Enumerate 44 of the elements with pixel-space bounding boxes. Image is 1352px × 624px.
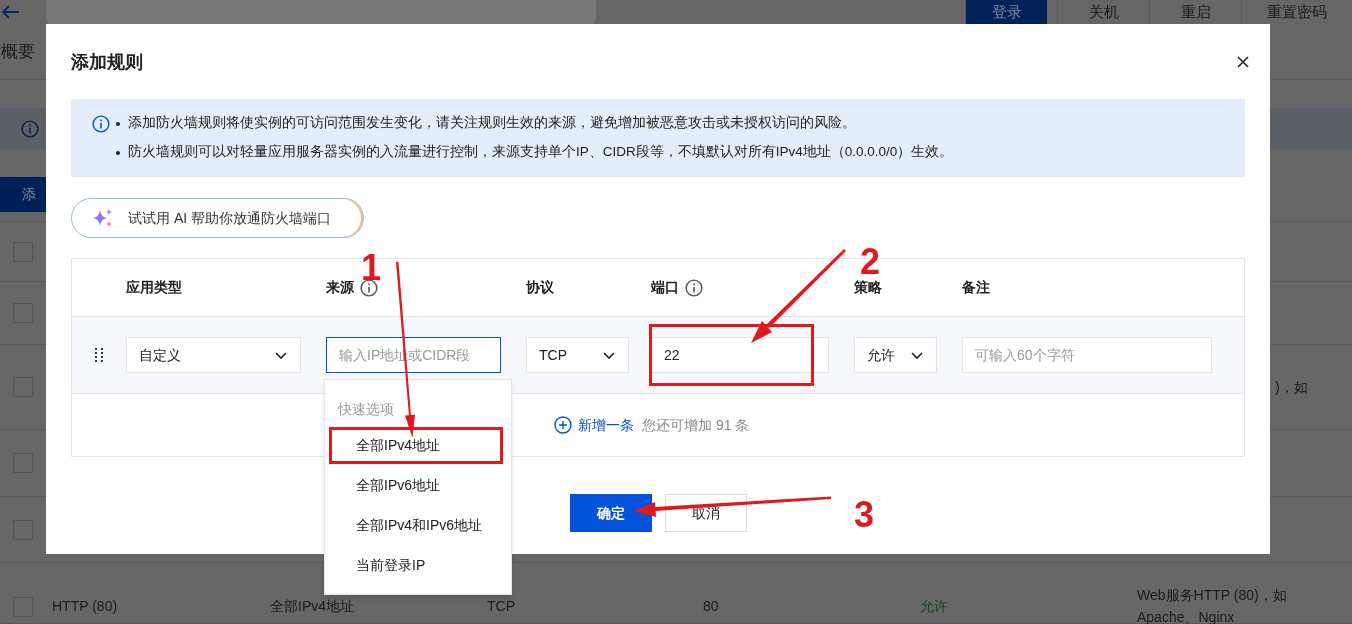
info-icon — [21, 120, 39, 138]
bullet-icon — [116, 121, 120, 126]
table-cell-text: )，如 — [1275, 378, 1309, 397]
quick-option[interactable]: 当前登录IP — [325, 545, 511, 585]
protocol-select[interactable]: TCP — [526, 337, 629, 373]
notice-text: 防火墙规则可以对轻量应用服务器实例的入流量进行控制，来源支持单个IP、CIDR段等，不填默认对所有IPv4地址（0.0.0.0/0）生效。 — [128, 143, 954, 162]
port-input[interactable]: 22 — [651, 337, 829, 373]
popup-header: 快速选项 — [338, 399, 394, 419]
table-cell-text: Web服务HTTP (80)，如 Apache、Nginx — [1137, 586, 1288, 624]
quick-option[interactable]: 全部IPv4和IPv6地址 — [325, 505, 511, 545]
sparkle-icon — [92, 208, 114, 228]
table-cell: TCP — [487, 598, 515, 614]
column-header: 策略 — [854, 278, 882, 297]
confirm-button[interactable]: 确定 — [569, 494, 652, 532]
back-arrow-icon[interactable] — [2, 5, 20, 19]
column-header: 来源 — [326, 278, 354, 297]
table-cell: HTTP (80) — [52, 598, 118, 614]
drag-handle-icon[interactable] — [94, 347, 104, 363]
add-row-link[interactable]: 新增一条 — [554, 414, 634, 436]
notice-text: 添加防火墙规则将使实例的可访问范围发生变化，请关注规则生效的来源，避免增加被恶意攻击或未授权访问的风险。 — [128, 114, 856, 133]
bullet-icon — [116, 150, 120, 155]
plus-circle-icon — [554, 416, 572, 434]
column-header: 端口 — [651, 278, 679, 297]
policy-select[interactable]: 允许 — [854, 337, 937, 373]
table-cell: 全部IPv4地址 — [270, 598, 354, 614]
dialog-title: 添加规则 — [71, 51, 143, 74]
info-icon — [685, 278, 703, 297]
column-header: 协议 — [526, 278, 554, 297]
quick-option[interactable]: 全部IPv6地址 — [325, 465, 511, 505]
info-icon — [360, 278, 378, 297]
app-type-select[interactable]: 自定义 — [126, 337, 301, 373]
step-number: 1 — [361, 248, 382, 288]
policy-status: 允许 — [920, 598, 948, 614]
ai-assist-button[interactable]: 试试用 AI 帮助你放通防火墙端口 — [71, 198, 364, 238]
table-cell: 80 — [703, 598, 719, 614]
info-icon — [92, 115, 110, 133]
column-header: 应用类型 — [126, 278, 182, 297]
remaining-count: 您还可增加 91 条 — [642, 415, 750, 435]
toolbar-button[interactable]: 登录 — [965, 0, 1047, 24]
column-header: 备注 — [962, 278, 990, 297]
quick-option[interactable]: 全部IPv4地址 — [325, 425, 511, 465]
step-number: 3 — [854, 495, 875, 535]
close-icon — [1237, 56, 1249, 68]
note-input[interactable]: 可输入60个字符 — [962, 337, 1212, 373]
